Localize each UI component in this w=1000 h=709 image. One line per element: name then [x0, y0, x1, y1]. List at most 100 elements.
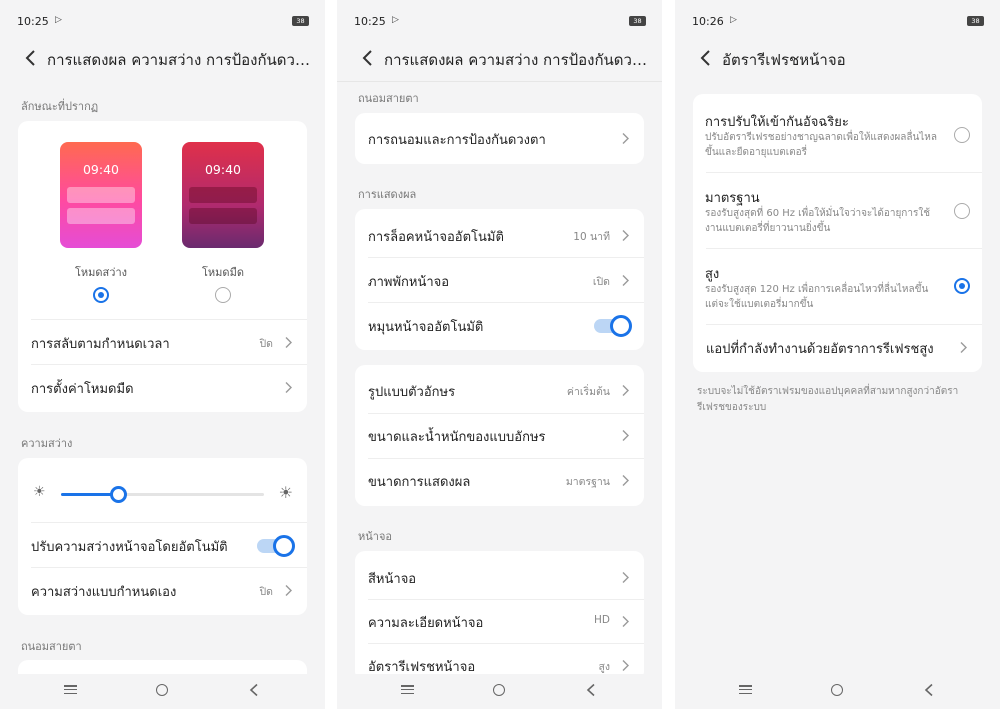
preview-time: 09:40 [82, 162, 120, 177]
chevron-right-icon [622, 660, 629, 671]
section-label-brightness: ความสว่าง [21, 437, 73, 450]
section-label-appearance: ลักษณะที่ปรากฏ [21, 100, 99, 113]
chevron-right-icon [960, 342, 967, 353]
menu-icon[interactable] [64, 685, 77, 695]
back-icon[interactable] [923, 683, 935, 697]
high-refresh-apps-row[interactable]: แอปที่กำลังทำงานด้วยอัตราการรีเฟรชสูง [706, 325, 970, 370]
eye-care-row[interactable]: การถนอมและการป้องกันดวงตา [368, 116, 632, 161]
resolution-row[interactable]: ความละเอียดหน้าจอ HD [368, 599, 632, 644]
refresh-option-standard[interactable]: มาตรฐาน รองรับสูงสุดที่ 60 Hz เพื่อให้มั… [705, 187, 972, 247]
menu-icon[interactable] [739, 685, 752, 695]
status-bar: 10:25 ▷ 38 [337, 0, 662, 42]
auto-rotate-row[interactable]: หมุนหน้าจออัตโนมัติ [368, 303, 632, 348]
chevron-right-icon [622, 275, 629, 286]
row-label: สีหน้าจอ [368, 572, 417, 587]
page-title: การแสดงผล ความสว่าง การป้องกันดวงตา [47, 51, 311, 69]
light-mode-radio[interactable] [93, 287, 109, 303]
screensaver-row[interactable]: ภาพพักหน้าจอ เปิด [368, 258, 632, 303]
status-time: 10:26 [692, 15, 724, 28]
row-label: ขนาดและน้ำหนักของแบบอักษร [368, 430, 546, 445]
back-arrow-icon[interactable] [359, 49, 377, 67]
dark-mode-preview[interactable]: 09:40 [182, 142, 264, 248]
divider [706, 172, 982, 173]
preview-bar [67, 187, 135, 203]
row-value: เปิด [592, 276, 610, 288]
page-title: อัตรารีเฟรชหน้าจอ [722, 51, 846, 69]
battery-icon: 38 [292, 16, 309, 26]
row-label: แอปที่กำลังทำงานด้วยอัตราการรีเฟรชสูง [706, 342, 934, 357]
divider [706, 248, 982, 249]
media-icon: ▷ [392, 15, 399, 25]
schedule-switch-row[interactable]: การสลับตามกำหนดเวลา ปิด [31, 320, 295, 365]
preview-bar [67, 208, 135, 224]
back-icon[interactable] [248, 683, 260, 697]
phone-screen-refresh-rate: 10:26 ▷ 38 อัตรารีเฟรชหน้าจอ การปรับให้เ… [675, 0, 1000, 709]
home-icon[interactable] [156, 684, 168, 696]
navigation-bar [675, 674, 1000, 709]
light-mode-label: โหมดสว่าง [75, 266, 127, 279]
chevron-right-icon [622, 133, 629, 144]
row-value: มาตรฐาน [565, 476, 610, 488]
screen-card: สีหน้าจอ ความละเอียดหน้าจอ HD อัตรารีเฟร… [355, 551, 644, 681]
option-description: รองรับสูงสุดที่ 60 Hz เพื่อให้มั่นใจว่าจ… [705, 208, 931, 234]
phone-screen-display-settings: 10:25 ▷ 38 การแสดงผล ความสว่าง การป้องกั… [0, 0, 325, 709]
option-radio-selected[interactable] [954, 278, 970, 294]
battery-icon: 38 [967, 16, 984, 26]
brightness-slider[interactable] [61, 486, 264, 503]
row-value: ปิด [259, 586, 273, 598]
back-arrow-icon[interactable] [697, 49, 715, 67]
menu-icon[interactable] [401, 685, 414, 695]
display-card: การล็อคหน้าจออัตโนมัติ 10 นาที ภาพพักหน้… [355, 209, 644, 350]
manual-brightness-row[interactable]: ความสว่างแบบกำหนดเอง ปิด [31, 568, 295, 613]
section-label-screen: หน้าจอ [358, 530, 392, 543]
row-value: HD [594, 614, 610, 626]
row-label: การสลับตามกำหนดเวลา [31, 337, 170, 352]
navigation-bar [0, 674, 325, 709]
auto-rotate-toggle[interactable] [594, 315, 632, 337]
row-label: ปรับความสว่างหน้าจอโดยอัตโนมัติ [31, 540, 228, 555]
screen-color-row[interactable]: สีหน้าจอ [368, 555, 632, 600]
refresh-rate-card: การปรับให้เข้ากันอัจฉริยะ ปรับอัตรารีเฟร… [693, 94, 982, 372]
font-size-row[interactable]: ขนาดและน้ำหนักของแบบอักษร [368, 413, 632, 458]
light-mode-preview[interactable]: 09:40 [60, 142, 142, 248]
home-icon[interactable] [493, 684, 505, 696]
back-icon[interactable] [585, 683, 597, 697]
dark-mode-radio[interactable] [215, 287, 231, 303]
option-description: ปรับอัตรารีเฟรชอย่างชาญฉลาดเพื่อให้แสดงผ… [705, 132, 938, 158]
display-size-row[interactable]: ขนาดการแสดงผล มาตรฐาน [368, 458, 632, 503]
dark-mode-settings-row[interactable]: การตั้งค่าโหมดมืด [31, 365, 295, 410]
home-icon[interactable] [831, 684, 843, 696]
status-bar: 10:25 ▷ 38 [0, 0, 325, 42]
brightness-low-icon: ☀ [33, 484, 46, 500]
auto-brightness-row[interactable]: ปรับความสว่างหน้าจอโดยอัตโนมัติ [31, 523, 295, 568]
battery-icon: 38 [629, 16, 646, 26]
refresh-option-smart[interactable]: การปรับให้เข้ากันอัจฉริยะ ปรับอัตรารีเฟร… [705, 111, 972, 171]
row-value: ค่าเริ่มต้น [566, 386, 610, 398]
status-time: 10:25 [17, 15, 49, 28]
section-label-eye-care: ถนอมสายตา [358, 92, 419, 105]
option-title: สูง [705, 267, 720, 282]
font-card: รูปแบบตัวอักษร ค่าเริ่มต้น ขนาดและน้ำหนั… [355, 365, 644, 506]
font-style-row[interactable]: รูปแบบตัวอักษร ค่าเริ่มต้น [368, 368, 632, 413]
slider-thumb[interactable] [109, 486, 127, 503]
refresh-option-high[interactable]: สูง รองรับสูงสุด 120 Hz เพื่อการเคลื่อนไ… [705, 263, 972, 323]
row-label: การถนอมและการป้องกันดวงตา [368, 133, 546, 148]
section-label-display: การแสดงผล [358, 188, 417, 201]
row-label: การตั้งค่าโหมดมืด [31, 382, 134, 397]
option-title: การปรับให้เข้ากันอัจฉริยะ [705, 115, 849, 130]
auto-lock-row[interactable]: การล็อคหน้าจออัตโนมัติ 10 นาที [368, 213, 632, 258]
chevron-right-icon [622, 572, 629, 583]
back-arrow-icon[interactable] [22, 49, 40, 67]
chevron-right-icon [622, 430, 629, 441]
status-time: 10:25 [354, 15, 386, 28]
option-radio[interactable] [954, 203, 970, 219]
brightness-high-icon: ☀ [278, 483, 293, 502]
media-icon: ▷ [730, 15, 737, 25]
brightness-card: ☀ ☀ ปรับความสว่างหน้าจอโดยอัตโนมัติ ความ… [18, 458, 307, 615]
row-label: ขนาดการแสดงผล [368, 475, 471, 490]
phone-screen-display-settings-scrolled: 10:25 ▷ 38 การแสดงผล ความสว่าง การป้องกั… [337, 0, 662, 709]
dark-mode-label: โหมดมืด [202, 266, 244, 279]
option-radio[interactable] [954, 127, 970, 143]
footnote-text: ระบบจะไม่ใช้อัตราเฟรมของแอปบุคคลที่สามหา… [697, 386, 959, 413]
auto-brightness-toggle[interactable] [257, 535, 295, 557]
